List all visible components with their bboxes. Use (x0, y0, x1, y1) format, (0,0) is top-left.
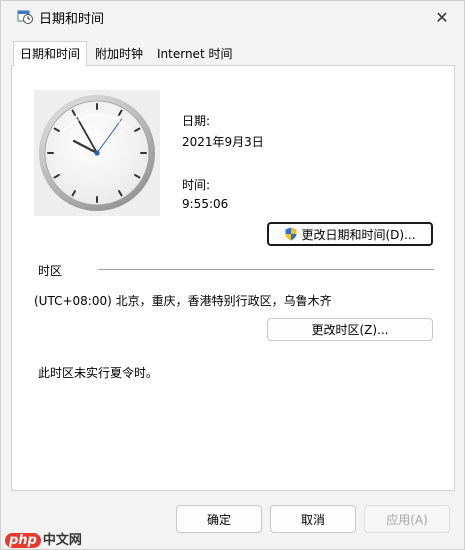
ok-button[interactable]: 确定 (176, 505, 262, 533)
apply-label: 应用(A) (386, 512, 428, 527)
ok-label: 确定 (206, 512, 231, 527)
title-bar[interactable]: 日期和时间 ✕ (1, 1, 464, 35)
change-timezone-button[interactable]: 更改时区(Z)... (267, 318, 433, 341)
date-value: 2021年9月3日 (182, 135, 264, 149)
apply-button[interactable]: 应用(A) (364, 505, 450, 533)
cancel-label: 取消 (300, 512, 325, 527)
change-date-time-button[interactable]: 更改日期和时间(D)... (267, 222, 433, 246)
date-time-dialog: 日期和时间 ✕ 日期和时间 附加时钟 Internet 时间 日期: 2021年… (0, 0, 465, 550)
tab-internet-time[interactable]: Internet 时间 (151, 43, 238, 65)
tab-date-time[interactable]: 日期和时间 (13, 41, 88, 66)
window-title: 日期和时间 (39, 12, 105, 27)
watermark-php: php (5, 533, 41, 548)
timezone-section-label: 时区 (38, 264, 63, 278)
cancel-button[interactable]: 取消 (270, 505, 356, 533)
time-label: 时间: (182, 178, 211, 192)
site-watermark: php 中文网 (5, 529, 82, 548)
analog-clock (34, 90, 160, 216)
date-time-icon (17, 10, 33, 24)
change-date-time-label: 更改日期和时间(D)... (301, 227, 416, 242)
tab-additional-clocks[interactable]: 附加时钟 (89, 43, 149, 65)
change-timezone-label: 更改时区(Z)... (311, 323, 389, 337)
tab-label: 日期和时间 (20, 47, 81, 61)
tab-label: 附加时钟 (95, 47, 144, 61)
tab-label: Internet 时间 (157, 47, 233, 61)
uac-shield-icon (285, 227, 297, 241)
close-icon: ✕ (435, 7, 449, 27)
date-label: 日期: (182, 114, 211, 128)
section-divider (98, 269, 434, 270)
tab-panel-date-time: 日期: 2021年9月3日 时间: 9:55:06 更改日期和时间(D)... … (11, 65, 455, 491)
dst-note: 此时区未实行夏令时。 (38, 366, 159, 380)
watermark-site: 中文网 (42, 533, 82, 548)
close-button[interactable]: ✕ (428, 4, 456, 30)
timezone-value: (UTC+08:00) 北京，重庆，香港特别行政区，乌鲁木齐 (34, 294, 332, 308)
time-value: 9:55:06 (182, 197, 229, 211)
